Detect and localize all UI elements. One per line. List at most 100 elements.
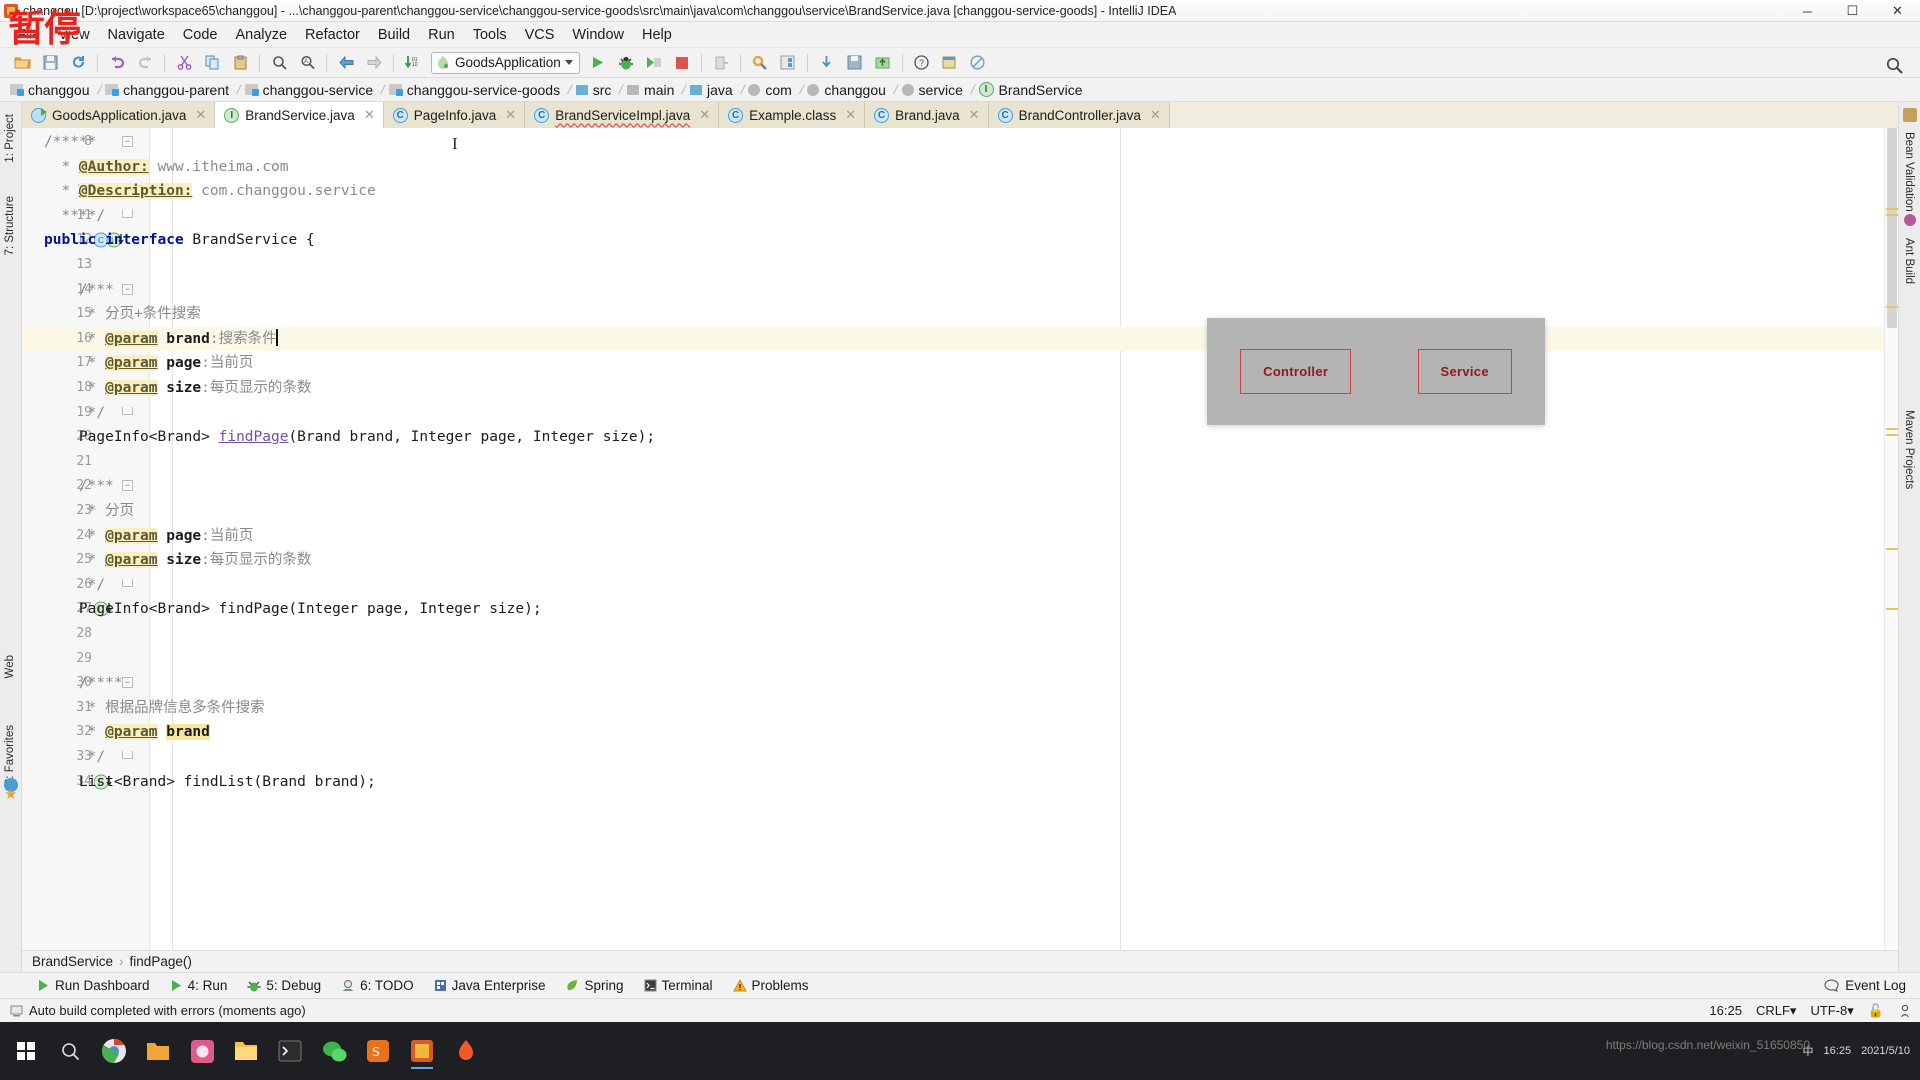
tool-problems[interactable]: Problems <box>724 975 818 996</box>
back-icon[interactable] <box>333 51 359 75</box>
menu-run[interactable]: Run <box>419 24 464 46</box>
editor-line-row[interactable] <box>22 278 1898 303</box>
code-fold-toggle[interactable]: − <box>122 136 133 147</box>
code-line[interactable]: * 分页 <box>44 499 134 524</box>
editor-line-row[interactable] <box>22 647 1898 672</box>
breadcrumb-item-com[interactable]: com <box>744 82 799 98</box>
sidebar-item-ant-build[interactable]: Ant Build <box>1901 230 1917 292</box>
code-line[interactable]: */ <box>44 573 105 598</box>
breadcrumb-item-brandservice[interactable]: I BrandService <box>975 82 1091 98</box>
run-button[interactable] <box>585 51 611 75</box>
code-editor[interactable]: 8−/*****9 * @Author: www.itheima.com10 *… <box>22 128 1898 950</box>
editor-line-row[interactable] <box>22 573 1898 598</box>
editor-line-row[interactable] <box>22 524 1898 549</box>
run-with-coverage-button[interactable] <box>641 51 667 75</box>
error-stripe-scrollbar[interactable] <box>1884 128 1898 950</box>
sidebar-item-maven-projects[interactable]: Maven Projects <box>1901 402 1917 497</box>
editor-line-row[interactable] <box>22 696 1898 721</box>
breadcrumb-item-java[interactable]: java <box>686 82 741 98</box>
code-fold-toggle[interactable] <box>122 209 133 218</box>
code-line[interactable]: public interface BrandService { <box>44 228 315 253</box>
minimize-button[interactable]: ─ <box>1785 0 1830 22</box>
close-button[interactable]: ✕ <box>1875 0 1920 22</box>
inspector-icon[interactable] <box>1898 1004 1912 1018</box>
close-icon[interactable]: ✕ <box>969 107 980 123</box>
overlay-box-service[interactable]: Service <box>1417 349 1512 394</box>
run-configuration-selector[interactable]: GoodsApplication <box>431 51 580 74</box>
editor-line-row[interactable] <box>22 671 1898 696</box>
overlay-box-controller[interactable]: Controller <box>1240 349 1352 394</box>
editor-line-row[interactable] <box>22 745 1898 770</box>
breadcrumb-item-changgou-parent[interactable]: changgou-parent <box>101 82 237 98</box>
tool-spring[interactable]: Spring <box>556 975 632 996</box>
editor-line-row[interactable] <box>22 622 1898 647</box>
tab-goodsapplication[interactable]: GoodsApplication.java ✕ <box>22 102 216 128</box>
stop-button[interactable] <box>669 51 695 75</box>
code-line[interactable]: * @param size:每页显示的条数 <box>44 376 311 401</box>
chrome-taskbar-icon[interactable] <box>94 1031 134 1071</box>
code-line[interactable]: PageInfo<Brand> findPage(Integer page, I… <box>44 597 542 622</box>
maximize-button[interactable]: ☐ <box>1830 0 1875 22</box>
tray-date[interactable]: 2021/5/10 <box>1861 1045 1910 1057</box>
code-fold-toggle[interactable] <box>122 406 133 415</box>
breadcrumb-item-changgou-pkg[interactable]: changgou <box>803 82 894 98</box>
synchronize-icon[interactable] <box>65 51 91 75</box>
close-icon[interactable]: ✕ <box>845 107 856 123</box>
cut-icon[interactable] <box>171 51 197 75</box>
code-line[interactable]: * @Description: com.changgou.service <box>44 179 376 204</box>
tool-terminal[interactable]: Terminal <box>635 975 722 996</box>
editor-line-row[interactable] <box>22 450 1898 475</box>
search-everywhere-icon[interactable] <box>1881 53 1907 77</box>
editor-line-row[interactable] <box>22 326 1898 352</box>
code-line[interactable]: PageInfo<Brand> findPage(Brand brand, In… <box>44 425 655 450</box>
commit-icon[interactable] <box>842 51 868 75</box>
menu-refactor[interactable]: Refactor <box>296 24 369 46</box>
sidebar-item-project[interactable]: 1: Project <box>2 106 18 171</box>
tab-brandcontroller[interactable]: C BrandController.java ✕ <box>988 102 1170 128</box>
editor-line-row[interactable] <box>22 302 1898 327</box>
sidebar-item-web[interactable]: Web <box>2 647 18 686</box>
close-icon[interactable]: ✕ <box>699 107 710 123</box>
editor-line-row[interactable] <box>22 130 1898 155</box>
open-folder-icon[interactable] <box>9 51 35 75</box>
tool-run-dashboard[interactable]: Run Dashboard <box>28 975 159 996</box>
folder-orange-taskbar-icon[interactable] <box>138 1031 178 1071</box>
push-icon[interactable] <box>870 51 896 75</box>
paste-icon[interactable] <box>227 51 253 75</box>
tray-clock[interactable]: 16:25 <box>1824 1045 1852 1057</box>
copy-icon[interactable] <box>199 51 225 75</box>
wechat-taskbar-icon[interactable] <box>314 1031 354 1071</box>
tab-pageinfo[interactable]: C PageInfo.java ✕ <box>383 102 526 128</box>
update-project-icon[interactable] <box>814 51 840 75</box>
tab-brandserviceimpl[interactable]: C BrandServiceImpl.java ✕ <box>525 102 720 128</box>
code-line[interactable]: /*** <box>44 278 114 303</box>
event-log-button[interactable]: Event Log <box>1824 978 1906 993</box>
tab-example-class[interactable]: C Example.class ✕ <box>719 102 866 128</box>
menu-code[interactable]: Code <box>174 24 227 46</box>
scrollbar-thumb[interactable] <box>1887 128 1897 328</box>
code-fold-toggle[interactable]: − <box>122 677 133 689</box>
settings-gear-icon[interactable] <box>747 51 773 75</box>
photos-taskbar-icon[interactable] <box>182 1031 222 1071</box>
nav-member-name[interactable]: findPage() <box>130 954 192 969</box>
close-icon[interactable]: ✕ <box>364 107 375 123</box>
code-line[interactable]: /**** <box>44 671 123 696</box>
editor-line-row[interactable] <box>22 155 1898 180</box>
tool-run[interactable]: 4: Run <box>161 975 237 996</box>
windows-start-icon[interactable] <box>6 1031 46 1071</box>
sidebar-item-structure[interactable]: 7: Structure <box>2 188 18 263</box>
editor-line-row[interactable] <box>22 720 1898 745</box>
code-line[interactable]: * @param brand:搜索条件 <box>44 327 278 352</box>
code-line[interactable]: */ <box>44 401 105 426</box>
nav-class-name[interactable]: BrandService <box>32 954 113 969</box>
code-line[interactable]: /*** <box>44 474 114 499</box>
code-line[interactable]: */ <box>44 745 105 770</box>
find-icon[interactable] <box>266 51 292 75</box>
breadcrumb-item-changgou-service-goods[interactable]: changgou-service-goods <box>385 82 568 98</box>
tool-debug[interactable]: 5: Debug <box>238 975 330 996</box>
search-circle-icon[interactable] <box>50 1031 90 1071</box>
encoding-indicator[interactable]: UTF-8▾ <box>1810 1003 1853 1019</box>
close-icon[interactable]: ✕ <box>195 107 206 123</box>
code-fold-toggle[interactable]: − <box>122 480 133 492</box>
menu-navigate[interactable]: Navigate <box>99 24 174 46</box>
